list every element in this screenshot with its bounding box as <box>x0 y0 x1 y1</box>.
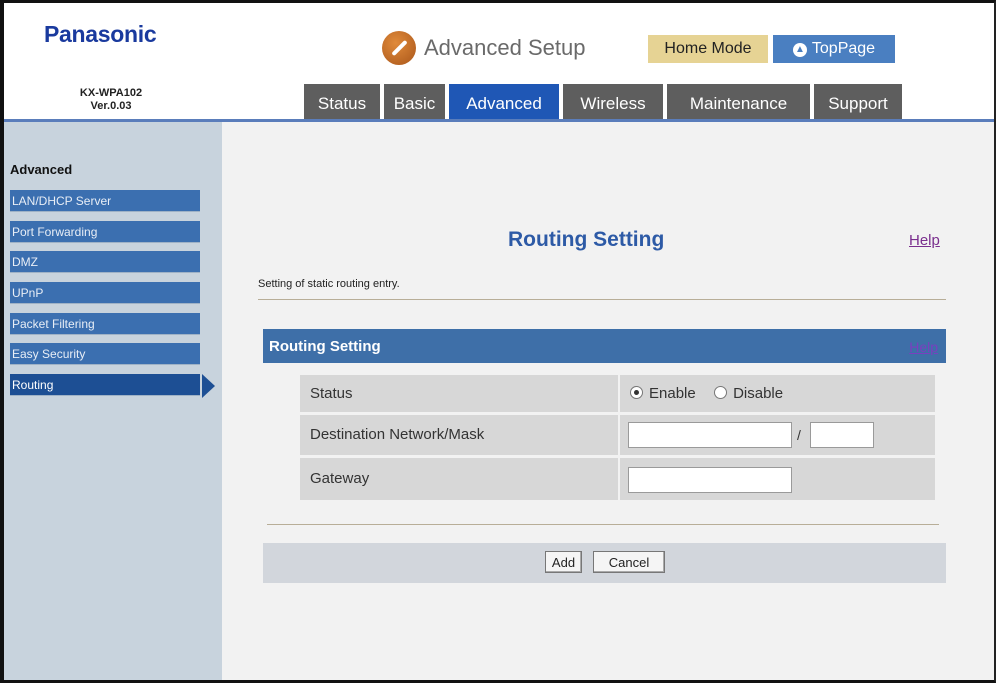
main-content: Routing Setting Help Setting of static r… <box>222 122 994 680</box>
sidebar-item-upnp[interactable]: UPnP <box>10 282 200 304</box>
gateway-input[interactable] <box>628 467 792 493</box>
main-tabs: Status Basic Advanced Wireless Maintenan… <box>304 84 906 122</box>
section-header: Routing Setting Help <box>263 329 946 363</box>
tab-status[interactable]: Status <box>304 84 380 122</box>
page-heading: Advanced Setup <box>382 31 585 65</box>
sidebar-item-easy-security[interactable]: Easy Security <box>10 343 200 365</box>
active-arrow-icon <box>202 374 215 398</box>
tab-basic[interactable]: Basic <box>384 84 445 122</box>
top-page-button[interactable]: ▲ TopPage <box>773 35 895 63</box>
home-mode-button[interactable]: Home Mode <box>648 35 768 63</box>
model-name: KX-WPA102 <box>79 87 143 99</box>
brand-logo: Panasonic <box>44 21 157 47</box>
tab-maintenance[interactable]: Maintenance <box>667 84 810 122</box>
sidebar: Advanced LAN/DHCP Server Port Forwarding… <box>4 122 222 680</box>
divider <box>258 299 946 300</box>
status-label: Status <box>300 375 618 412</box>
tab-advanced[interactable]: Advanced <box>449 84 559 122</box>
mask-input[interactable] <box>810 422 874 448</box>
section-title: Routing Setting <box>269 338 381 355</box>
wrench-icon <box>382 31 416 65</box>
cancel-button[interactable]: Cancel <box>593 551 665 573</box>
sidebar-item-dmz[interactable]: DMZ <box>10 251 200 273</box>
firmware-version: Ver.0.03 <box>90 100 132 112</box>
button-bar: Add Cancel <box>263 543 946 583</box>
divider <box>267 524 939 525</box>
top-page-label: TopPage <box>811 40 876 57</box>
enable-radio[interactable] <box>630 386 643 399</box>
setup-title: Advanced Setup <box>424 35 586 60</box>
tab-wireless[interactable]: Wireless <box>563 84 663 122</box>
disable-radio[interactable] <box>714 386 728 399</box>
add-button[interactable]: Add <box>545 551 582 573</box>
sidebar-heading: Advanced <box>10 162 73 177</box>
sidebar-item-lan-dhcp-server[interactable]: LAN/DHCP Server <box>10 190 200 212</box>
sidebar-item-routing[interactable]: Routing <box>10 374 200 396</box>
model-info: KX-WPA102 Ver.0.03 <box>46 87 176 113</box>
enable-label: Enable <box>649 385 696 402</box>
header: Panasonic KX-WPA102 Ver.0.03 Advanced Se… <box>4 3 994 122</box>
up-arrow-icon: ▲ <box>792 43 807 57</box>
status-options: Enable Disable <box>620 375 935 412</box>
gateway-cell <box>620 458 935 500</box>
destination-cell: / <box>620 415 935 455</box>
destination-network-input[interactable] <box>628 422 792 448</box>
page-title: Routing Setting <box>508 228 665 251</box>
sidebar-item-port-forwarding[interactable]: Port Forwarding <box>10 221 200 243</box>
disable-label: Disable <box>733 385 784 402</box>
section-help-link[interactable]: Help <box>909 329 938 365</box>
tab-support[interactable]: Support <box>814 84 902 122</box>
help-link[interactable]: Help <box>909 232 940 249</box>
destination-label: Destination Network/Mask <box>300 415 618 455</box>
page-description: Setting of static routing entry. <box>258 278 400 290</box>
sidebar-item-packet-filtering[interactable]: Packet Filtering <box>10 313 200 335</box>
mask-separator: / <box>797 427 801 443</box>
gateway-label: Gateway <box>300 458 618 500</box>
